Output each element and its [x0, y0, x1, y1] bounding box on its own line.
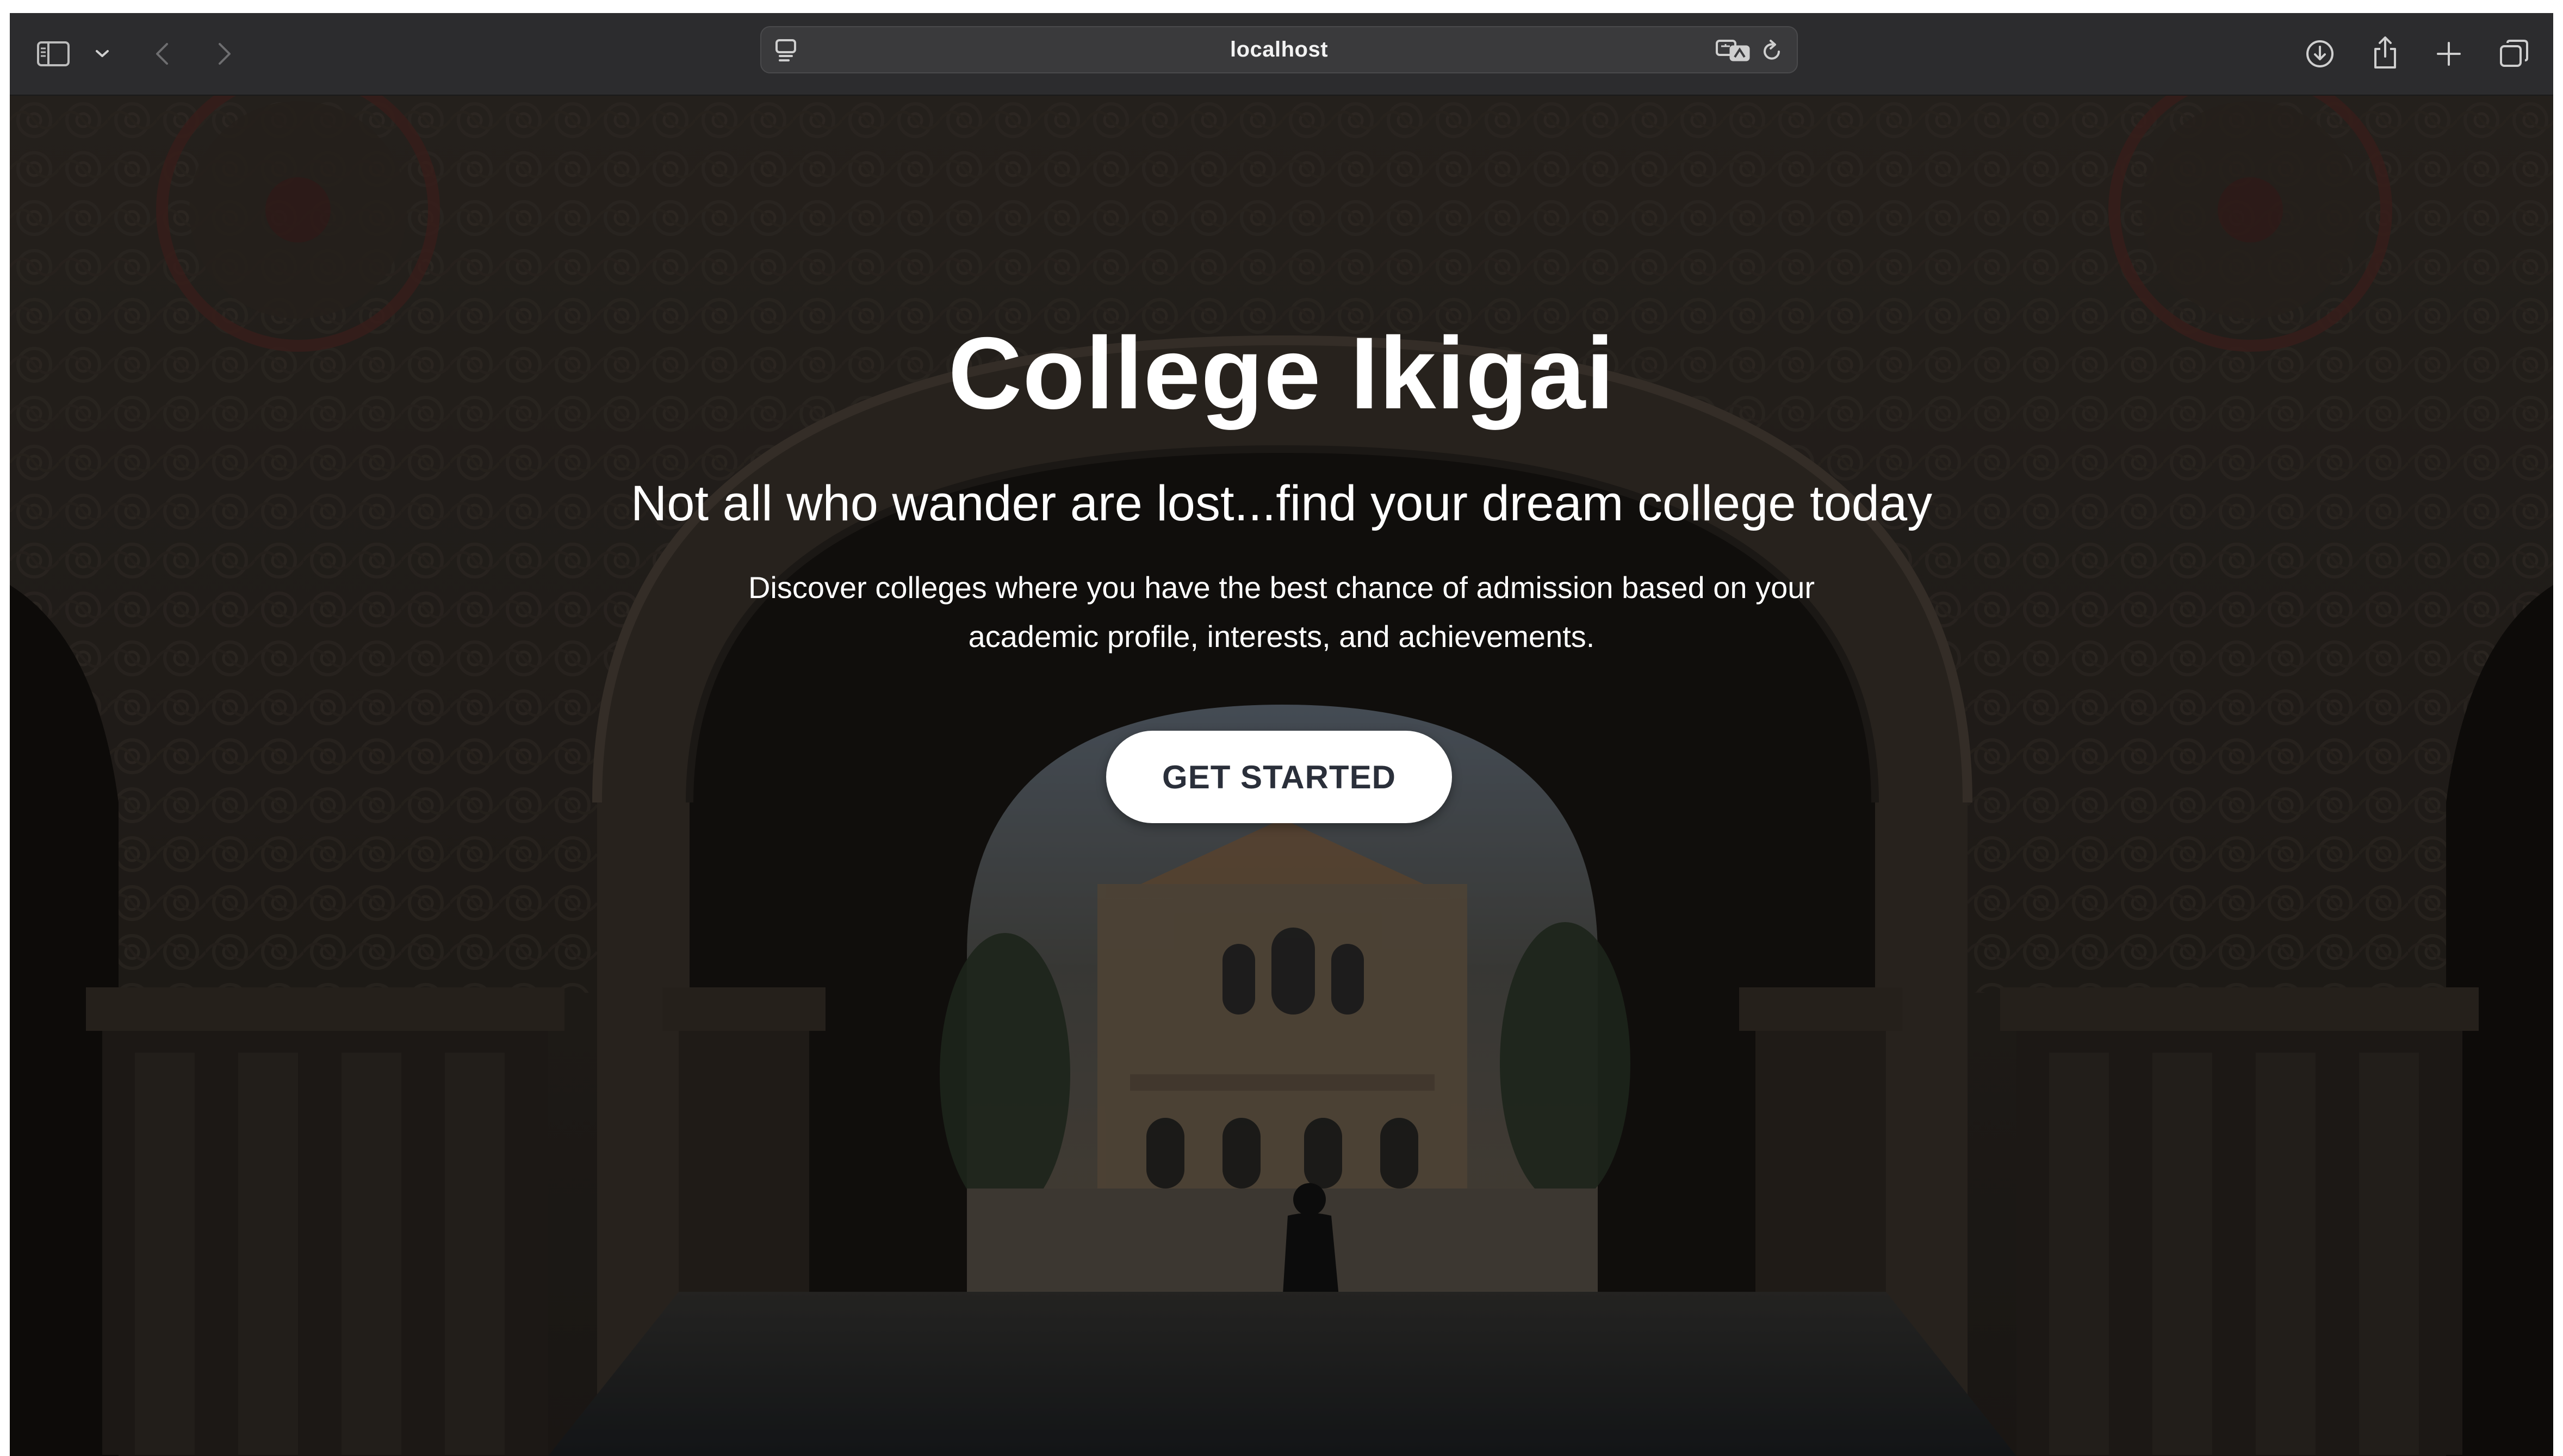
hero-description: Discover colleges where you have the bes…: [748, 570, 1815, 654]
browser-toolbar: localhost: [10, 13, 2553, 96]
chevron-down-icon[interactable]: [91, 46, 113, 62]
share-icon[interactable]: [2369, 34, 2401, 72]
chevron-right-icon[interactable]: [208, 38, 241, 70]
hero-title: College Ikigai: [948, 316, 1615, 430]
download-icon[interactable]: [2304, 38, 2336, 70]
plus-icon[interactable]: [2432, 38, 2465, 70]
sidebar-icon[interactable]: [32, 38, 75, 70]
hero-subtitle: Not all who wander are lost...find your …: [630, 476, 1933, 531]
hero-section: College Ikigai Not all who wander are lo…: [10, 96, 2553, 1456]
reload-icon[interactable]: [1759, 37, 1786, 64]
browser-window: localhost College Ikigai Not all who wan…: [10, 13, 2553, 1456]
get-started-button[interactable]: GET STARTED: [1106, 731, 1452, 823]
address-bar[interactable]: localhost: [760, 26, 1798, 73]
chevron-left-icon[interactable]: [146, 38, 178, 70]
address-text[interactable]: localhost: [761, 27, 1797, 72]
translate-icon[interactable]: [1714, 37, 1752, 64]
tabs-overview-icon[interactable]: [2498, 38, 2530, 70]
